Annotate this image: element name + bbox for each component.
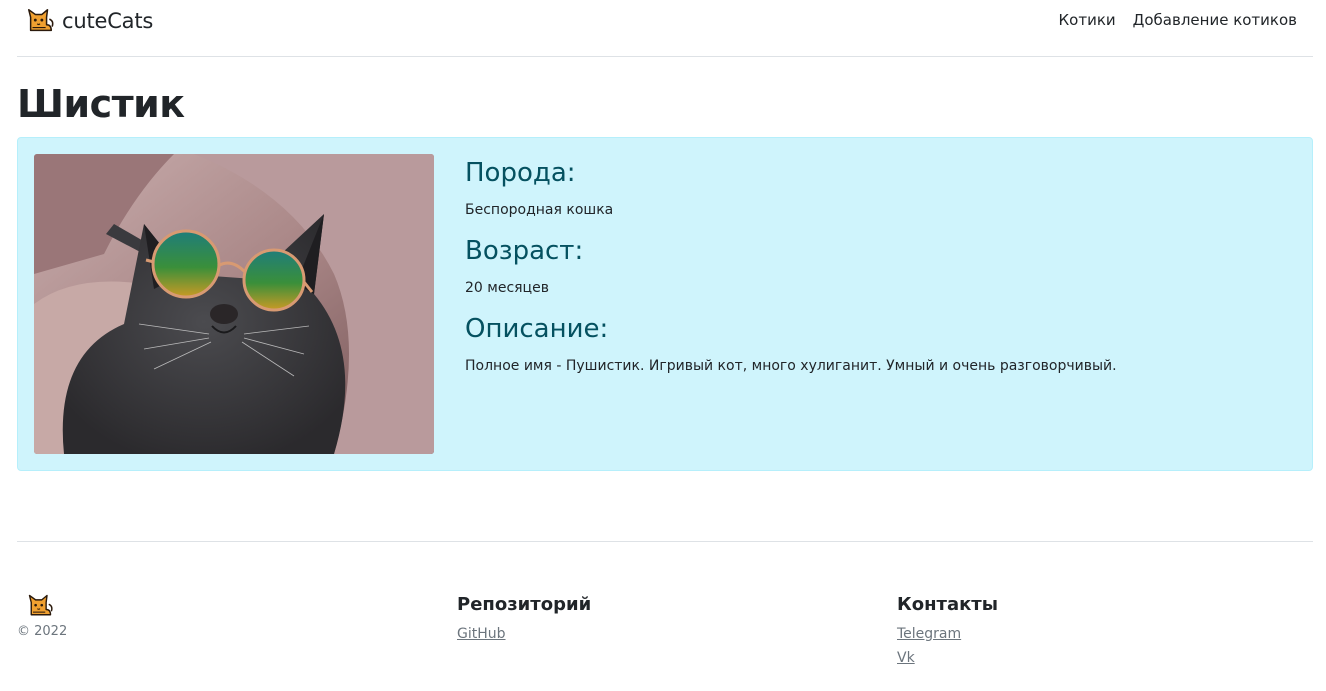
breed-value: Беспородная кошка bbox=[465, 202, 614, 218]
description-heading: Описание: bbox=[465, 314, 609, 344]
github-link[interactable]: GitHub bbox=[457, 625, 591, 643]
contacts-heading: Контакты bbox=[897, 594, 999, 615]
description-value: Полное имя - Пушистик. Игривый кот, мног… bbox=[465, 358, 1117, 374]
page-title: Шистик bbox=[17, 82, 185, 126]
brand-link[interactable]: cuteCats bbox=[24, 6, 153, 36]
repo-heading: Репозиторий bbox=[457, 594, 592, 615]
cat-logo-icon bbox=[24, 6, 56, 36]
age-heading: Возраст: bbox=[465, 236, 584, 266]
cat-logo-icon bbox=[24, 592, 56, 620]
age-value: 20 месяцев bbox=[465, 280, 549, 296]
footer-repo-column: Репозиторий GitHub bbox=[457, 594, 591, 649]
copyright: © 2022 bbox=[17, 624, 68, 639]
cat-photo bbox=[34, 154, 434, 454]
breed-heading: Порода: bbox=[465, 158, 576, 188]
footer: © 2022 Репозиторий GitHub Контакты Teleg… bbox=[17, 541, 1313, 681]
cat-details: Порода: Беспородная кошка Возраст: 20 ме… bbox=[465, 156, 1117, 390]
navbar: cuteCats Котики Добавление котиков bbox=[17, 0, 1313, 57]
cat-info-card: Порода: Беспородная кошка Возраст: 20 ме… bbox=[17, 137, 1313, 471]
telegram-link[interactable]: Telegram bbox=[897, 625, 998, 643]
vk-link[interactable]: Vk bbox=[897, 649, 998, 667]
nav-menu: Котики Добавление котиков bbox=[1042, 11, 1297, 29]
nav-link-add-cats[interactable]: Добавление котиков bbox=[1133, 11, 1297, 29]
cat-with-sunglasses-image bbox=[34, 154, 434, 454]
brand-name: cuteCats bbox=[62, 9, 154, 33]
footer-logo-link[interactable] bbox=[24, 592, 56, 624]
nav-link-cats[interactable]: Котики bbox=[1059, 11, 1116, 29]
footer-contacts-column: Контакты Telegram Vk bbox=[897, 594, 998, 673]
